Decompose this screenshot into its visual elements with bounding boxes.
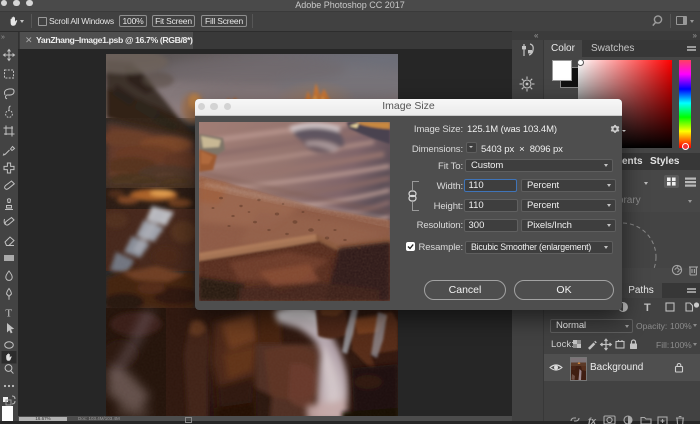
svg-text:T: T [5,308,12,320]
svg-text:fx: fx [588,416,597,424]
svg-text:»: » [1,34,5,41]
svg-text:T: T [644,302,651,314]
